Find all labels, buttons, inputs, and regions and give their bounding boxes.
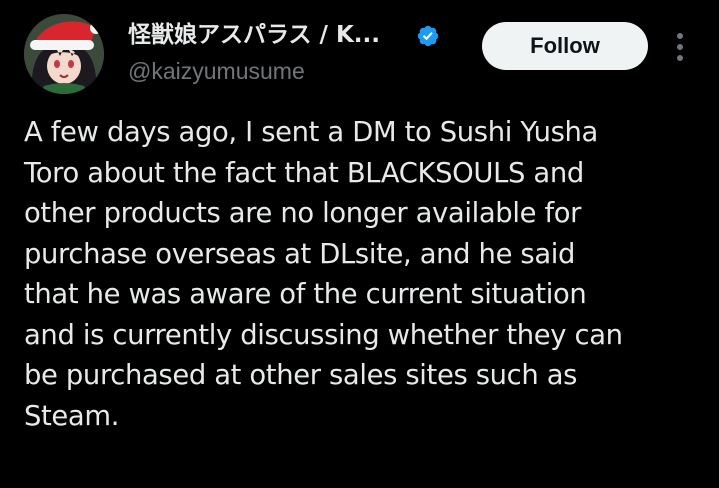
tweet-text-line: other products are no longer available f… bbox=[24, 198, 582, 229]
author-display-name[interactable]: 怪獣娘アスパラス / K... bbox=[128, 20, 380, 50]
tweet-card: 怪獣娘アスパラス / K... @kaizyumusume Follow A f… bbox=[0, 0, 719, 488]
follow-button[interactable]: Follow bbox=[482, 22, 648, 70]
tweet-text-line: Toro about the fact that BLACKSOULS and bbox=[24, 157, 584, 189]
verified-badge-icon[interactable] bbox=[416, 24, 440, 48]
tweet-text-line: Steam. bbox=[24, 400, 120, 432]
tweet-text-line: be purchased at other sales sites such a… bbox=[24, 360, 578, 391]
tweet-text-line: and is currently discussing whether they… bbox=[24, 319, 623, 351]
author-handle[interactable]: @kaizyumusume bbox=[128, 56, 305, 86]
tweet-text: A few days ago, I sent a DM to Sushi Yus… bbox=[24, 113, 704, 437]
tweet-text-line: A few days ago, I sent a DM to Sushi Yus… bbox=[24, 117, 598, 148]
avatar-image bbox=[24, 14, 104, 94]
more-vertical-icon[interactable] bbox=[666, 30, 694, 64]
tweet-text-line: purchase overseas at DLsite, and he said bbox=[24, 238, 576, 270]
author-avatar[interactable] bbox=[24, 14, 104, 94]
tweet-text-line: that he was aware of the current situati… bbox=[24, 279, 587, 310]
